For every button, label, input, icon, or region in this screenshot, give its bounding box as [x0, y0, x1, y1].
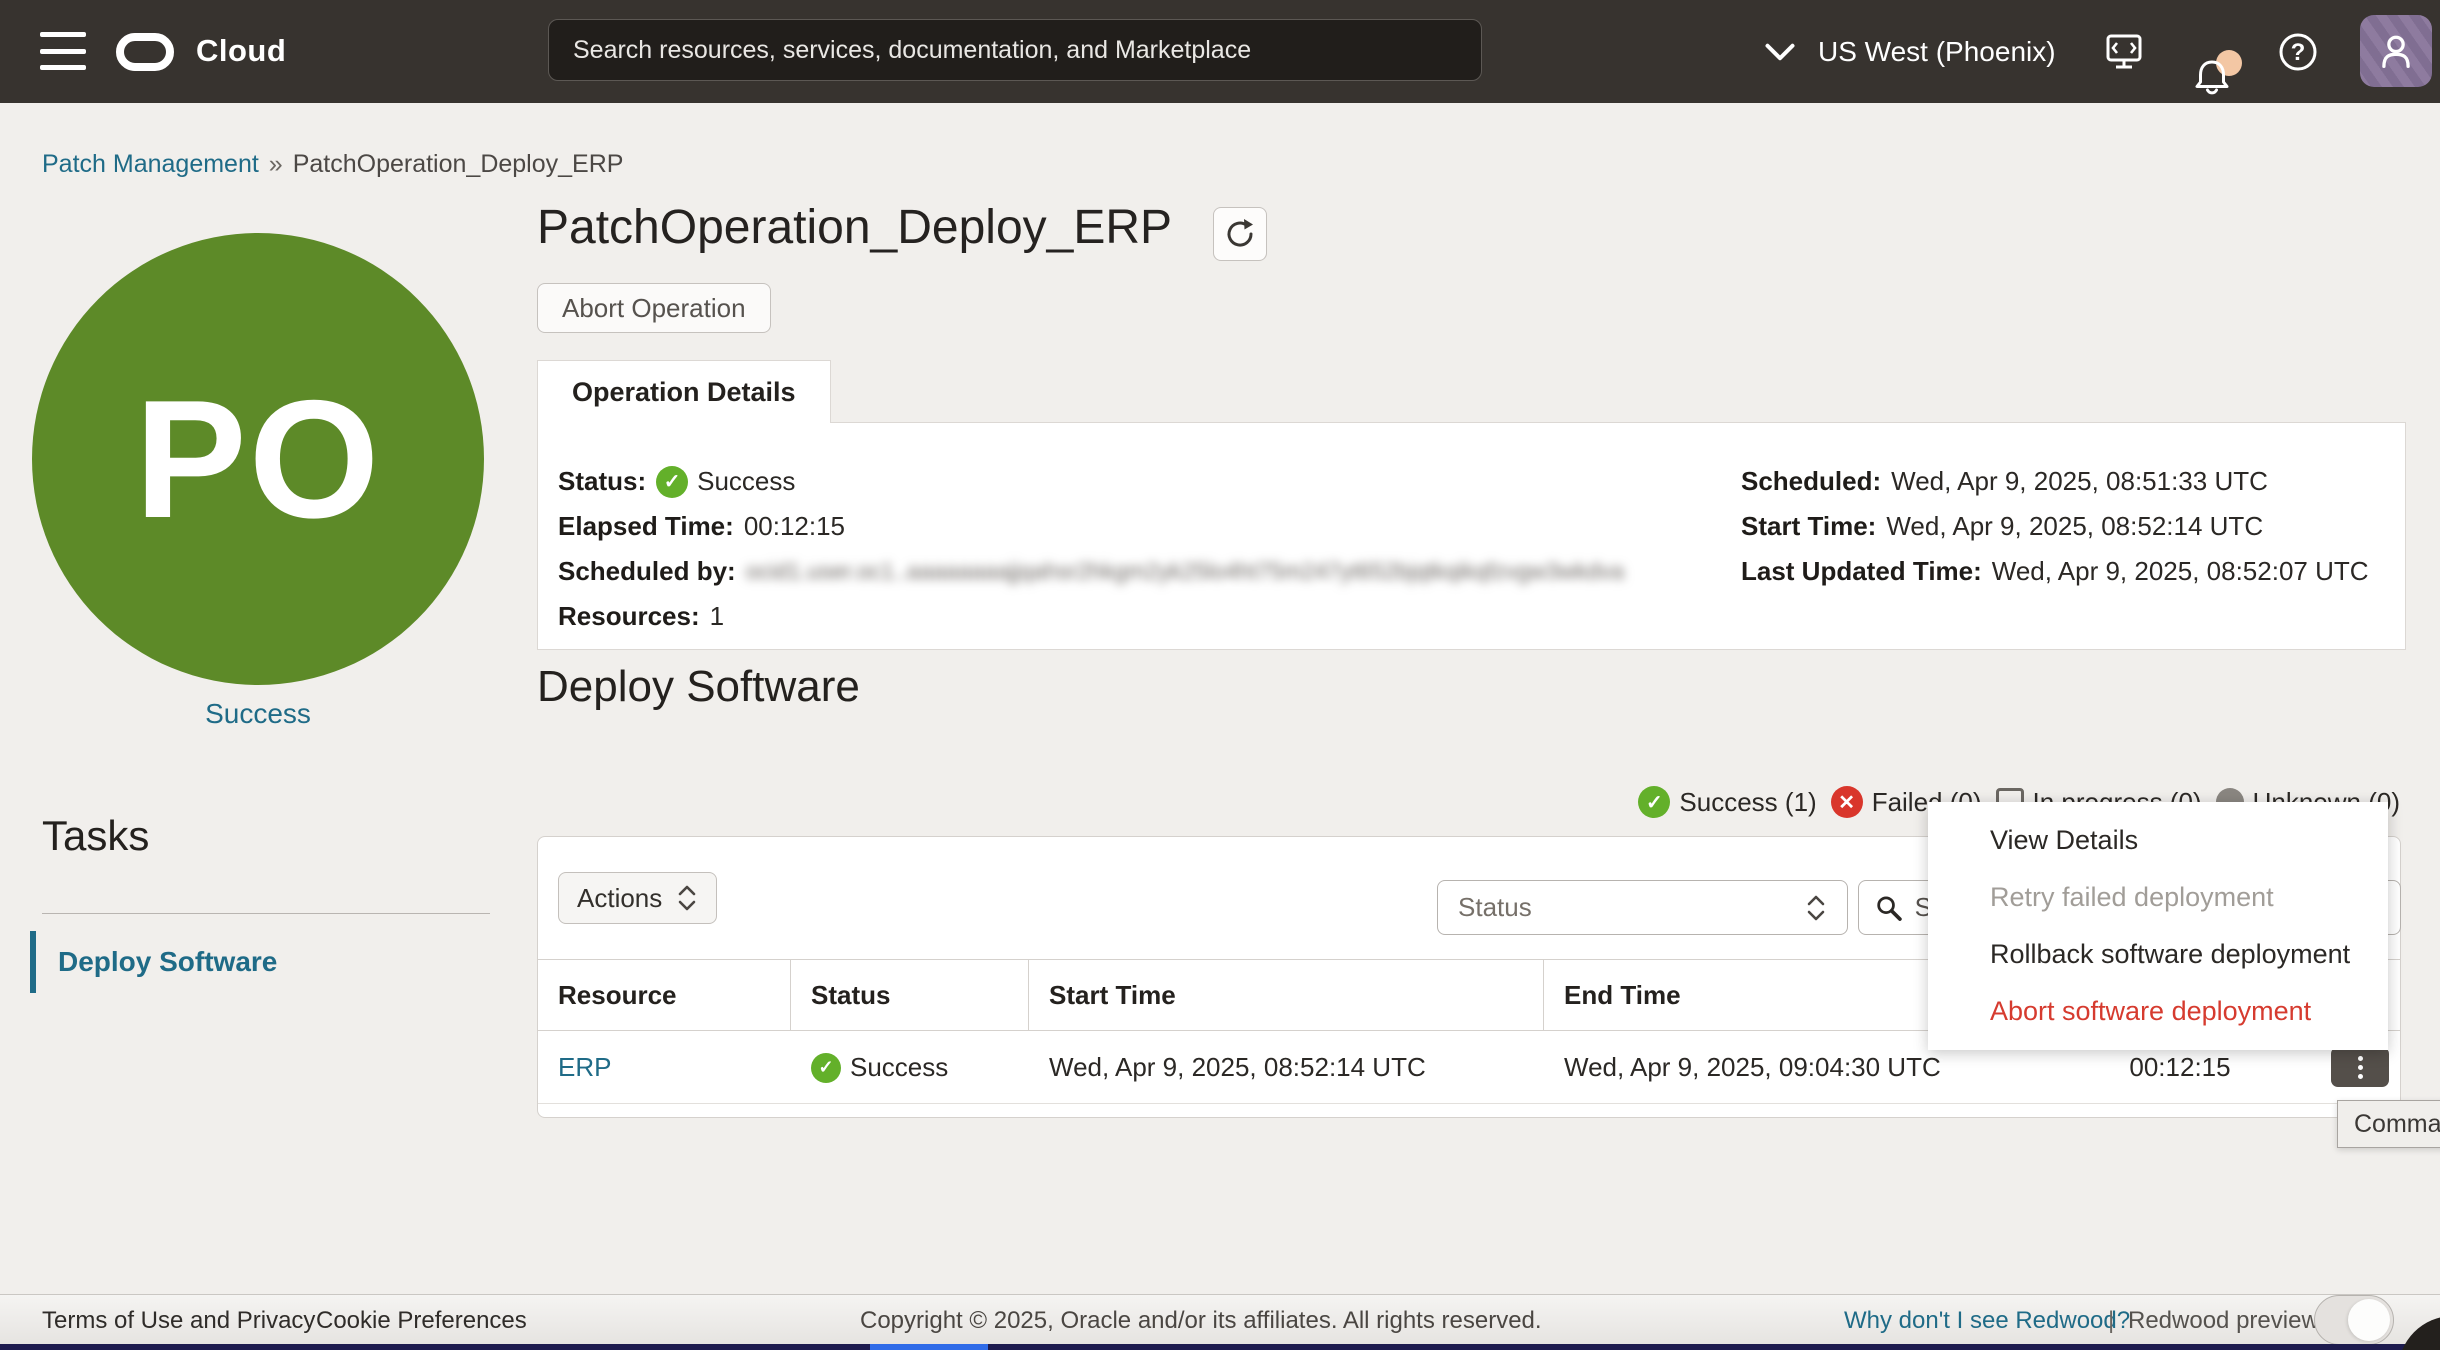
- menu-item-view-details[interactable]: View Details: [1928, 812, 2388, 869]
- global-search[interactable]: [548, 19, 1482, 81]
- chevrons-updown-icon: [1805, 893, 1827, 923]
- breadcrumb: Patch Management » PatchOperation_Deploy_E…: [42, 150, 623, 179]
- row-status-value: Success: [850, 1052, 948, 1083]
- resource-link[interactable]: ERP: [558, 1052, 611, 1083]
- copyright-text: Copyright © 2025, Oracle and/or its affi…: [860, 1307, 1542, 1335]
- actions-label: Actions: [577, 883, 662, 914]
- legend-failed-icon: ✕: [1831, 786, 1863, 818]
- region-selector[interactable]: US West (Phoenix): [1760, 0, 2056, 103]
- menu-item-abort-software-deployment[interactable]: Abort software deployment: [1928, 983, 2388, 1040]
- scheduled-by-value: ocid1.user.oc1..aaaaaaaajjqahsr2hkgm2yk2…: [746, 558, 1624, 585]
- abort-operation-button[interactable]: Abort Operation: [537, 283, 771, 333]
- chevron-down-icon: [1760, 37, 1800, 67]
- bottom-strip-segment: [870, 1344, 988, 1350]
- cookie-preferences-link[interactable]: Cookie Preferences: [316, 1307, 527, 1335]
- task-item-label: Deploy Software: [58, 946, 277, 978]
- oracle-logo-icon: [116, 33, 174, 71]
- operation-details-panel: Status: ✓ Success Elapsed Time: 00:12:15…: [537, 422, 2406, 650]
- kebab-tooltip: Comman: [2337, 1100, 2440, 1148]
- operation-initials: PO: [135, 363, 382, 556]
- topbar: Cloud US West (Phoenix) ?: [0, 0, 2440, 103]
- notifications-bell-icon[interactable]: [2186, 52, 2238, 104]
- col-start-time[interactable]: Start Time: [1029, 960, 1544, 1030]
- legend-success-icon: ✓: [1638, 786, 1670, 818]
- success-check-icon: ✓: [656, 466, 688, 498]
- chevrons-updown-icon: [676, 883, 698, 913]
- elapsed-time-value: 00:12:15: [744, 511, 845, 542]
- page-title: PatchOperation_Deploy_ERP: [537, 200, 1172, 255]
- resources-label: Resources:: [558, 601, 700, 632]
- redwood-preview-toggle[interactable]: [2314, 1295, 2394, 1345]
- row-start-time: Wed, Apr 9, 2025, 08:52:14 UTC: [1029, 1032, 1544, 1103]
- breadcrumb-current: PatchOperation_Deploy_ERP: [293, 150, 624, 178]
- person-icon: [2374, 29, 2418, 73]
- scheduled-value: Wed, Apr 9, 2025, 08:51:33 UTC: [1891, 466, 2268, 497]
- menu-item-retry-failed-deployment: Retry failed deployment: [1928, 869, 2388, 926]
- last-updated-label: Last Updated Time:: [1741, 556, 1982, 587]
- global-search-input[interactable]: [573, 36, 1457, 65]
- page: Cloud US West (Phoenix) ? Patch Manageme…: [0, 0, 2440, 1350]
- svg-text:?: ?: [2291, 39, 2306, 66]
- status-label: Status:: [558, 466, 646, 497]
- cloud-shell-icon[interactable]: [2098, 26, 2150, 78]
- resources-value: 1: [710, 601, 724, 632]
- footer-divider: |: [2108, 1307, 2114, 1335]
- last-updated-value: Wed, Apr 9, 2025, 08:52:07 UTC: [1992, 556, 2369, 587]
- start-time-value: Wed, Apr 9, 2025, 08:52:14 UTC: [1886, 511, 2263, 542]
- legend-success-label: Success (1): [1679, 787, 1816, 818]
- toggle-knob: [2348, 1299, 2390, 1341]
- tab-operation-details[interactable]: Operation Details: [537, 360, 831, 423]
- bottom-strip: [0, 1344, 2440, 1350]
- breadcrumb-parent-link[interactable]: Patch Management: [42, 150, 259, 178]
- col-resource[interactable]: Resource: [538, 960, 791, 1030]
- refresh-button[interactable]: [1213, 207, 1267, 261]
- brand-label: Cloud: [196, 33, 286, 69]
- breadcrumb-separator: »: [269, 150, 283, 178]
- deploy-software-heading: Deploy Software: [537, 662, 860, 712]
- row-success-icon: ✓: [811, 1053, 841, 1083]
- operation-avatar: PO: [32, 233, 484, 685]
- start-time-label: Start Time:: [1741, 511, 1876, 542]
- status-filter-select[interactable]: Status: [1437, 880, 1848, 935]
- help-icon[interactable]: ?: [2272, 26, 2324, 78]
- terms-link[interactable]: Terms of Use and Privacy: [42, 1307, 315, 1335]
- row-kebab-menu-button[interactable]: [2331, 1047, 2389, 1087]
- scheduled-by-label: Scheduled by:: [558, 556, 736, 587]
- actions-dropdown-button[interactable]: Actions: [558, 872, 717, 924]
- footer: Terms of Use and Privacy Cookie Preferen…: [0, 1294, 2440, 1344]
- status-filter-placeholder: Status: [1458, 892, 1532, 923]
- user-avatar[interactable]: [2360, 15, 2432, 87]
- refresh-icon: [1223, 217, 1257, 251]
- scheduled-label: Scheduled:: [1741, 466, 1881, 497]
- tasks-heading: Tasks: [42, 812, 149, 860]
- redwood-preview-label: Redwood preview: [2128, 1307, 2319, 1335]
- hamburger-menu-icon[interactable]: [40, 32, 86, 70]
- redwood-question-link[interactable]: Why don't I see Redwood?: [1844, 1307, 2130, 1335]
- sidebar-item-deploy-software[interactable]: Deploy Software: [30, 931, 277, 993]
- status-value: Success: [697, 466, 795, 497]
- col-status[interactable]: Status: [791, 960, 1029, 1030]
- elapsed-time-label: Elapsed Time:: [558, 511, 734, 542]
- region-label: US West (Phoenix): [1818, 36, 2056, 68]
- row-context-menu: View Details Retry failed deployment Rol…: [1928, 802, 2388, 1050]
- search-icon: [1875, 893, 1903, 923]
- operation-status-link[interactable]: Success: [32, 698, 484, 730]
- tasks-divider: [42, 913, 490, 914]
- menu-item-rollback-software-deployment[interactable]: Rollback software deployment: [1928, 926, 2388, 983]
